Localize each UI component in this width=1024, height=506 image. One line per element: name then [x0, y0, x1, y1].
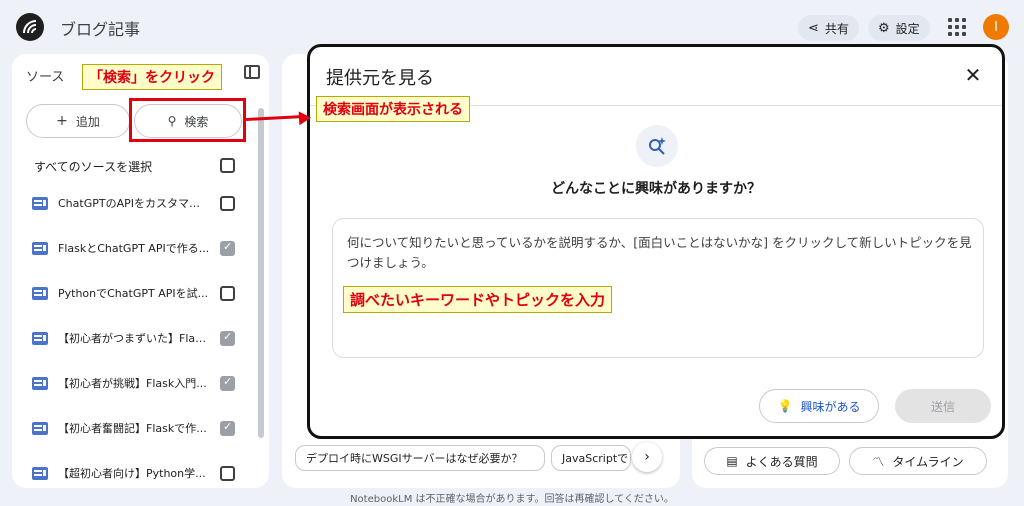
interested-label: 興味がある	[800, 399, 861, 414]
timeline-label: タイムライン	[892, 454, 964, 469]
chevron-right-icon: ›	[644, 449, 650, 465]
source-item-label: 【初心者奮闘記】Flaskで作...	[58, 422, 207, 435]
source-item-label: PythonでChatGPT APIを試...	[58, 287, 209, 300]
add-source-label: 追加	[75, 114, 100, 129]
apps-grid-icon[interactable]	[948, 18, 966, 36]
sources-scrollbar[interactable]	[258, 108, 264, 438]
add-source-button[interactable]: + 追加	[26, 104, 130, 138]
source-item-label: 【初心者がつまずいた】Flas...	[58, 332, 210, 345]
search-sparkle-icon	[636, 125, 678, 167]
suggestion-chip[interactable]: JavaScriptで	[551, 445, 631, 471]
source-checkbox[interactable]	[220, 286, 235, 301]
dialog-title: 提供元を見る	[326, 68, 434, 89]
source-item-label: ChatGPTのAPIをカスタマイズ...	[58, 197, 210, 210]
plus-icon: +	[56, 113, 68, 129]
lightbulb-icon: 💡	[777, 399, 793, 413]
source-checkbox[interactable]	[220, 466, 235, 481]
search-highlight-box	[129, 98, 246, 142]
avatar[interactable]: I	[983, 14, 1009, 40]
source-checkbox[interactable]	[220, 375, 235, 391]
timeline-button[interactable]: 〽 タイムライン	[849, 447, 987, 475]
send-button[interactable]: 送信	[895, 389, 991, 423]
interested-button[interactable]: 💡 興味がある	[759, 389, 879, 423]
select-all-label: すべてのソースを選択	[34, 160, 153, 174]
close-icon[interactable]: ✕	[962, 64, 984, 86]
footer-disclaimer: NotebookLM は不正確な場合があります。回答は再確認してください。	[350, 494, 674, 505]
share-label: 共有	[824, 21, 849, 36]
source-item-label: 【初心者が挑戦】Flask入門...	[58, 377, 207, 390]
timeline-icon: 〽	[872, 454, 885, 469]
document-icon	[32, 197, 48, 210]
source-checkbox[interactable]	[220, 240, 235, 256]
annotation-arrowhead	[298, 110, 312, 126]
document-icon	[32, 242, 48, 255]
gear-icon: ⚙	[878, 20, 890, 36]
faq-icon: ▤	[726, 454, 738, 468]
source-checkbox[interactable]	[220, 420, 235, 436]
share-button[interactable]: ⋖ 共有	[798, 15, 859, 41]
source-checkbox[interactable]	[220, 330, 235, 346]
topic-input-placeholder: 何について知りたいと思っているかを説明するか、[面白いことはないかな] をクリッ…	[347, 235, 972, 270]
faq-label: よくある質問	[745, 454, 818, 469]
select-all-checkbox[interactable]	[220, 158, 235, 173]
enter-keyword-callout: 調べたいキーワードやトピックを入力	[343, 286, 613, 313]
search-screen-callout: 検索画面が表示される	[316, 96, 470, 122]
suggestion-chip[interactable]: デプロイ時にWSGIサーバーはなぜ必要か？	[295, 445, 545, 471]
document-icon	[32, 377, 48, 390]
logo-waves-icon	[23, 20, 37, 34]
collapse-panel-icon[interactable]	[244, 65, 260, 79]
sources-title: ソース	[26, 70, 65, 85]
click-search-callout: 「検索」をクリック	[82, 64, 222, 90]
source-item-label: 【超初心者向け】Python学...	[58, 467, 206, 480]
dialog-question: どんなことに興味がありますか？	[551, 181, 761, 197]
next-suggestions-button[interactable]: ›	[632, 442, 662, 472]
document-icon	[32, 332, 48, 345]
notebook-title[interactable]: ブログ記事	[60, 16, 140, 40]
document-icon	[32, 467, 48, 480]
faq-button[interactable]: ▤ よくある質問	[704, 447, 840, 475]
source-item-label: FlaskとChatGPT APIで作る...	[58, 242, 210, 255]
settings-label: 設定	[895, 21, 920, 36]
settings-button[interactable]: ⚙ 設定	[868, 15, 930, 41]
document-icon	[32, 422, 48, 435]
notebooklm-logo-icon[interactable]	[16, 13, 44, 41]
document-icon	[32, 287, 48, 300]
share-icon: ⋖	[808, 20, 819, 36]
source-checkbox[interactable]	[220, 196, 235, 211]
